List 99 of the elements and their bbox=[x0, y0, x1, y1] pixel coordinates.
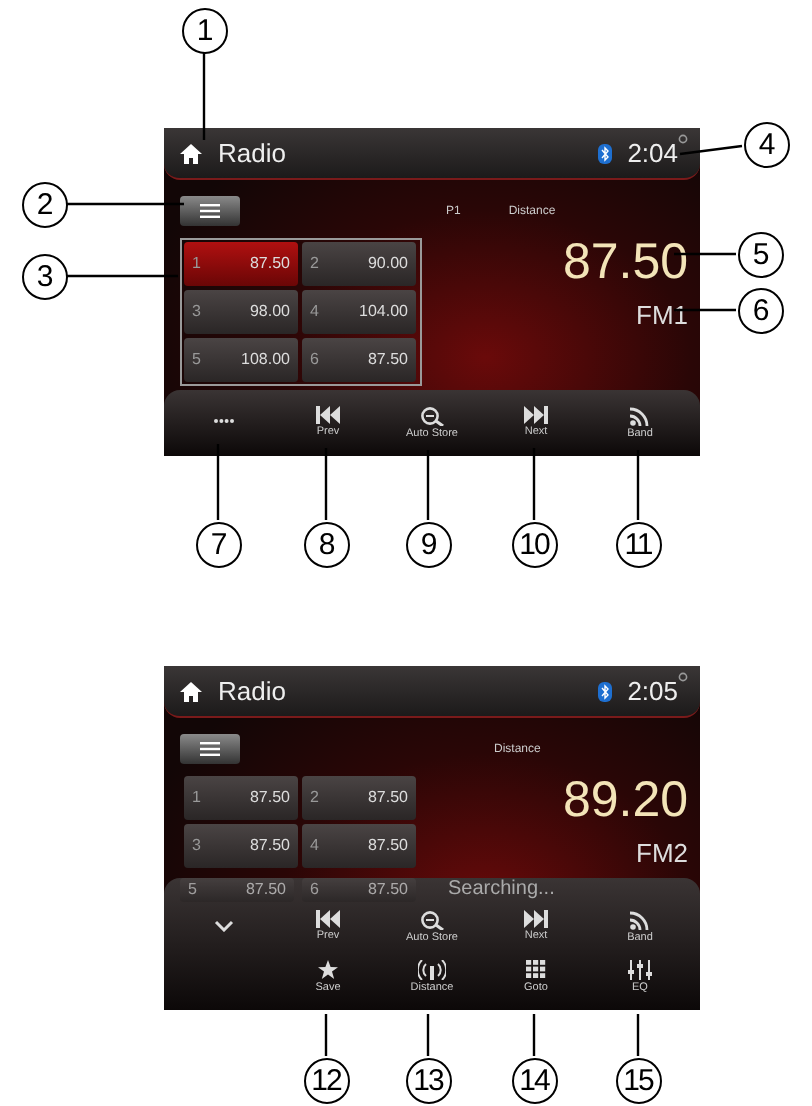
preset-button[interactable]: 2 90.00 bbox=[302, 242, 416, 286]
leader-line bbox=[636, 1014, 640, 1056]
equalizer-icon bbox=[628, 959, 652, 980]
preset-frequency: 104.00 bbox=[359, 300, 408, 324]
callout-number: 3 bbox=[21, 253, 67, 299]
clock-time: 2:04 bbox=[627, 135, 678, 172]
leader-line bbox=[674, 308, 736, 312]
callout-number: 1 bbox=[181, 7, 227, 53]
next-icon bbox=[524, 406, 548, 425]
dots-icon bbox=[214, 418, 234, 424]
preset-frequency: 87.50 bbox=[249, 834, 290, 858]
band-label: FM1 bbox=[636, 298, 688, 334]
leader-line bbox=[532, 1014, 536, 1056]
list-icon bbox=[200, 742, 220, 756]
leader-line bbox=[636, 450, 640, 520]
preset-button[interactable]: 4 104.00 bbox=[302, 290, 416, 334]
callout-number: 9 bbox=[405, 521, 451, 567]
preset-number: 3 bbox=[192, 834, 201, 858]
star-icon bbox=[317, 959, 339, 980]
callout-number: 4 bbox=[743, 121, 789, 167]
preset-number: 1 bbox=[192, 252, 201, 276]
preset-frequency: 87.50 bbox=[367, 786, 408, 810]
previous-icon bbox=[316, 406, 340, 425]
preset-frequency: 98.00 bbox=[249, 300, 290, 324]
preset-number: 1 bbox=[192, 786, 201, 810]
leader-line bbox=[426, 1014, 430, 1056]
preset-number: 4 bbox=[310, 300, 319, 324]
callout-number: 14 bbox=[511, 1057, 557, 1103]
callout-number: 15 bbox=[615, 1057, 661, 1103]
callout-number: 2 bbox=[21, 181, 67, 227]
next-icon bbox=[524, 910, 548, 929]
screen-title: Radio bbox=[218, 135, 286, 172]
preset-number: 2 bbox=[310, 786, 319, 810]
leader-line bbox=[66, 202, 184, 206]
preset-frequency: 87.50 bbox=[245, 878, 286, 902]
bluetooth-icon bbox=[597, 143, 612, 163]
leader-line bbox=[324, 448, 328, 520]
callout-number: 8 bbox=[303, 521, 349, 567]
previous-icon bbox=[316, 910, 340, 929]
preset-frequency: 90.00 bbox=[367, 252, 408, 276]
callout-number: 12 bbox=[303, 1057, 349, 1103]
home-icon[interactable] bbox=[180, 681, 202, 701]
search-icon bbox=[420, 909, 444, 930]
callout-number: 10 bbox=[511, 521, 557, 567]
preset-button[interactable]: 6 87.50 bbox=[302, 878, 416, 902]
signal-arcs-icon bbox=[630, 405, 650, 426]
bluetooth-icon bbox=[597, 681, 612, 701]
frequency-display: 89.20 bbox=[562, 776, 688, 826]
preset-button[interactable]: 1 87.50 bbox=[184, 242, 298, 286]
preset-button[interactable]: 5 108.00 bbox=[184, 338, 298, 382]
preset-number: 5 bbox=[188, 878, 197, 902]
band-label: FM2 bbox=[636, 836, 688, 872]
preset-number: 3 bbox=[192, 300, 201, 324]
preset-number: 5 bbox=[192, 348, 201, 372]
home-icon[interactable] bbox=[180, 143, 202, 163]
list-button[interactable] bbox=[180, 196, 240, 226]
preset-number: 6 bbox=[310, 878, 319, 902]
search-icon bbox=[420, 405, 444, 426]
keypad-icon bbox=[526, 959, 546, 980]
preset-button[interactable]: 6 87.50 bbox=[302, 338, 416, 382]
leader-line bbox=[216, 444, 220, 520]
preset-button[interactable]: 3 98.00 bbox=[184, 290, 298, 334]
clock-time: 2:05 bbox=[627, 673, 678, 710]
callout-number: 7 bbox=[195, 521, 241, 567]
list-button[interactable] bbox=[180, 734, 240, 764]
antenna-icon bbox=[418, 959, 446, 980]
frequency-display: 87.50 bbox=[562, 238, 688, 288]
status-text: Searching... bbox=[448, 878, 555, 902]
leader-line bbox=[426, 450, 430, 520]
preset-button[interactable]: 4 87.50 bbox=[302, 824, 416, 868]
preset-number: 2 bbox=[310, 252, 319, 276]
preset-button[interactable]: 1 87.50 bbox=[184, 776, 298, 820]
preset-number: 4 bbox=[310, 834, 319, 858]
signal-arcs-icon bbox=[630, 909, 650, 930]
leader-line bbox=[324, 1014, 328, 1056]
leader-line bbox=[674, 252, 736, 256]
gear-icon bbox=[678, 671, 688, 682]
preset-button[interactable]: 5 87.50 bbox=[180, 878, 294, 902]
preset-frequency: 87.50 bbox=[367, 878, 408, 902]
preset-button[interactable]: 2 87.50 bbox=[302, 776, 416, 820]
callout-number: 5 bbox=[737, 231, 783, 277]
gear-icon bbox=[678, 133, 688, 144]
callout-number: 11 bbox=[615, 521, 661, 567]
preset-frequency: 87.50 bbox=[249, 786, 290, 810]
leader-line bbox=[679, 144, 743, 156]
preset-frequency: 87.50 bbox=[367, 348, 408, 372]
screen-title: Radio bbox=[218, 673, 286, 710]
list-icon bbox=[200, 204, 220, 218]
preset-button[interactable]: 3 87.50 bbox=[184, 824, 298, 868]
preset-frequency: 87.50 bbox=[367, 834, 408, 858]
callout-number: 6 bbox=[737, 287, 783, 333]
leader-line bbox=[202, 52, 206, 140]
preset-frequency: 87.50 bbox=[249, 252, 290, 276]
preset-frequency: 108.00 bbox=[241, 348, 290, 372]
leader-line bbox=[66, 274, 178, 278]
chevron-icon bbox=[214, 919, 234, 931]
leader-line bbox=[532, 448, 536, 520]
callout-number: 13 bbox=[405, 1057, 451, 1103]
preset-number: 6 bbox=[310, 348, 319, 372]
